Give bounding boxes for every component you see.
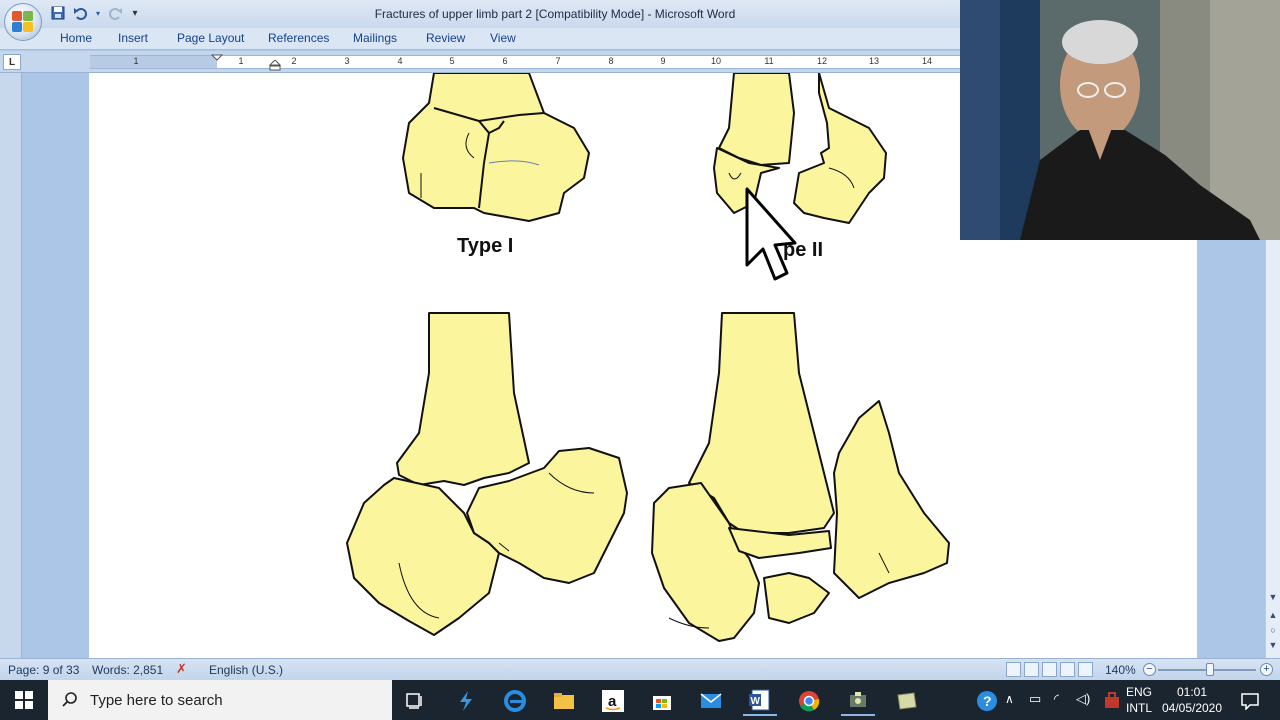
ruler-number: 5 <box>449 56 455 66</box>
tab-home[interactable]: Home <box>60 31 92 45</box>
lang-top: ENG <box>1126 685 1153 699</box>
camera-app-icon[interactable] <box>841 686 875 716</box>
svg-text:W: W <box>751 696 761 707</box>
clock-time: 01:01 <box>1176 685 1208 699</box>
web-layout-button[interactable] <box>1042 662 1057 677</box>
windows-logo-icon <box>15 691 33 709</box>
outline-view-button[interactable] <box>1060 662 1075 677</box>
webcam-video <box>960 0 1280 240</box>
figure-label-type1: Type I <box>457 235 514 257</box>
next-page-icon[interactable]: ▼ <box>1267 638 1279 652</box>
language-indicator[interactable]: English (U.S.) <box>209 663 283 677</box>
search-placeholder: Type here to search <box>90 691 223 709</box>
ruler-number: 14 <box>921 56 933 66</box>
tab-mailings[interactable]: Mailings <box>353 31 397 45</box>
ruler-left-margin <box>90 56 217 68</box>
tab-stop-selector[interactable]: L <box>3 54 21 70</box>
search-icon <box>62 692 77 707</box>
svg-text:?: ? <box>983 693 992 709</box>
ruler-number: 7 <box>555 56 561 66</box>
zoom-out-icon[interactable]: − <box>1143 663 1156 676</box>
tab-review[interactable]: Review <box>426 31 465 45</box>
windows-taskbar: Type here to search a W ? ∧ ▭ ◜ ◁) ENG I… <box>0 680 1280 720</box>
clock[interactable]: 01:01 04/05/2020 <box>1160 684 1224 716</box>
security-app-icon[interactable] <box>1095 686 1129 716</box>
scroll-down-arrow-icon[interactable]: ▼ <box>1267 590 1279 604</box>
horizontal-ruler[interactable]: 1 1 2 3 4 5 6 7 8 9 10 11 12 13 14 <box>90 54 960 72</box>
edge-browser-icon[interactable] <box>498 686 532 716</box>
tab-view[interactable]: View <box>490 31 516 45</box>
ruler-number: 2 <box>291 56 297 66</box>
vertical-scrollbar[interactable]: ▼ ▲ ○ ▼ <box>1265 240 1280 658</box>
lang-bottom: INTL <box>1126 701 1153 715</box>
ruler-number: 13 <box>868 56 880 66</box>
mail-icon[interactable] <box>694 686 728 716</box>
microsoft-store-icon[interactable] <box>645 686 679 716</box>
ruler-number: 12 <box>816 56 828 66</box>
ruler-number: 6 <box>502 56 508 66</box>
wifi-icon[interactable]: ◜ <box>1054 691 1059 707</box>
ruler-number: 10 <box>710 56 722 66</box>
action-center-icon[interactable] <box>1233 686 1267 716</box>
ruler-number: 1 <box>133 56 139 66</box>
mouse-pointer-icon <box>745 187 797 281</box>
draft-view-button[interactable] <box>1078 662 1093 677</box>
volume-icon[interactable]: ◁) <box>1076 691 1090 707</box>
battery-icon[interactable]: ▭ <box>1029 691 1041 707</box>
office-logo-icon <box>12 11 34 33</box>
zoom-in-icon[interactable]: + <box>1260 663 1273 676</box>
tab-references[interactable]: References <box>268 31 329 45</box>
input-language-indicator[interactable]: ENG INTL <box>1126 684 1152 716</box>
page-count[interactable]: Page: 9 of 33 <box>8 663 79 677</box>
word-app-icon[interactable]: W <box>743 686 777 716</box>
show-hidden-icons-icon[interactable]: ∧ <box>1005 692 1014 706</box>
notes-app-icon[interactable] <box>890 686 924 716</box>
chrome-icon[interactable] <box>792 686 826 716</box>
proofing-icon[interactable]: ✗ <box>176 661 187 677</box>
clock-date: 04/05/2020 <box>1161 701 1223 715</box>
tab-page-layout[interactable]: Page Layout <box>177 31 244 45</box>
first-line-indent-marker[interactable] <box>210 54 224 70</box>
file-explorer-icon[interactable] <box>547 686 581 716</box>
office-button[interactable] <box>4 3 42 41</box>
status-bar: Page: 9 of 33 Words: 2,851 ✗ English (U.… <box>0 658 1280 680</box>
tab-insert[interactable]: Insert <box>118 31 148 45</box>
previous-page-icon[interactable]: ▲ <box>1267 608 1279 622</box>
visual-studio-icon[interactable] <box>449 686 483 716</box>
ruler-number: 4 <box>397 56 403 66</box>
zoom-level[interactable]: 140% <box>1105 663 1136 677</box>
ruler-number: 11 <box>764 56 774 66</box>
zoom-slider-thumb[interactable] <box>1206 663 1214 676</box>
ruler-number: 3 <box>344 56 350 66</box>
full-screen-reading-button[interactable] <box>1024 662 1039 677</box>
start-button[interactable] <box>0 680 48 720</box>
task-view-icon[interactable] <box>398 686 432 716</box>
ruler-number: 9 <box>660 56 666 66</box>
svg-text:a: a <box>608 693 617 710</box>
taskbar-search-box[interactable]: Type here to search <box>48 680 392 720</box>
ruler-number: 1 <box>238 56 244 66</box>
print-layout-view-button[interactable] <box>1006 662 1021 677</box>
browse-object-icon[interactable]: ○ <box>1267 623 1279 637</box>
window-title: Fractures of upper limb part 2 [Compatib… <box>374 7 736 21</box>
amazon-icon[interactable]: a <box>596 686 630 716</box>
ruler-number: 8 <box>608 56 614 66</box>
help-icon[interactable]: ? <box>970 686 1004 716</box>
word-count[interactable]: Words: 2,851 <box>92 663 163 677</box>
vertical-ruler <box>0 73 22 658</box>
hanging-indent-marker[interactable] <box>268 60 282 72</box>
